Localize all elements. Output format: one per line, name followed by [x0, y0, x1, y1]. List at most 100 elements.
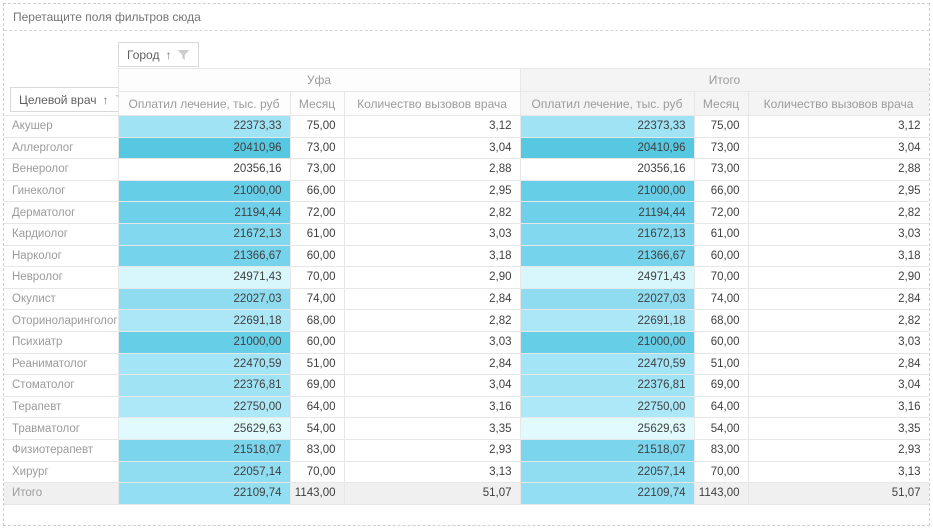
row-label: Хирург [4, 461, 118, 483]
cell-calls-total: 2,88 [748, 159, 929, 181]
row-label: Венеролог [4, 159, 118, 181]
cell-month: 51,00 [290, 353, 344, 375]
cell-paid: 21194,44 [118, 202, 290, 224]
cell-paid: 22376,81 [118, 375, 290, 397]
sort-asc-icon[interactable]: ↑ [165, 49, 171, 61]
row-label: Стоматолог [4, 375, 118, 397]
table-row: Стоматолог22376,8169,003,0422376,8169,00… [4, 375, 929, 397]
measure-header-month: Месяц [290, 92, 344, 116]
table-row: Травматолог25629,6354,003,3525629,6354,0… [4, 418, 929, 440]
cell-paid: 22750,00 [118, 396, 290, 418]
column-group-header-ufa: Уфа [118, 69, 520, 92]
cell-paid-total: 22057,14 [520, 461, 694, 483]
column-group-header-total: Итого [520, 69, 929, 92]
cell-month: 54,00 [290, 418, 344, 440]
cell-paid: 21000,00 [118, 180, 290, 202]
cell-month-total: 73,00 [694, 137, 748, 159]
cell-month: 1143,00 [290, 483, 344, 505]
cell-paid: 22470,59 [118, 353, 290, 375]
cell-paid-total: 20410,96 [520, 137, 694, 159]
cell-calls: 51,07 [344, 483, 520, 505]
cell-calls: 3,13 [344, 461, 520, 483]
cell-calls-total: 3,18 [748, 245, 929, 267]
table-row: Реаниматолог22470,5951,002,8422470,5951,… [4, 353, 929, 375]
measure-header-month-total: Месяц [694, 92, 748, 116]
cell-calls: 3,35 [344, 418, 520, 440]
cell-calls-total: 3,03 [748, 331, 929, 353]
cell-calls-total: 2,82 [748, 310, 929, 332]
sort-asc-icon[interactable]: ↑ [103, 94, 109, 106]
cell-month-total: 54,00 [694, 418, 748, 440]
cell-month: 83,00 [290, 439, 344, 461]
filter-drop-hint: Перетащите поля фильтров сюда [13, 10, 201, 24]
cell-paid: 22109,74 [118, 483, 290, 505]
cell-month-total: 61,00 [694, 223, 748, 245]
filter-icon[interactable] [115, 94, 119, 106]
row-label: Нарколог [4, 245, 118, 267]
cell-calls-total: 3,03 [748, 223, 929, 245]
cell-paid-total: 20356,16 [520, 159, 694, 181]
cell-calls-total: 3,35 [748, 418, 929, 440]
cell-calls: 3,04 [344, 137, 520, 159]
row-header-corner: Целевой врач ↑ [4, 69, 118, 116]
cell-paid: 21672,13 [118, 223, 290, 245]
cell-calls: 3,12 [344, 116, 520, 138]
measure-header-calls: Количество вызовов врача [344, 92, 520, 116]
cell-paid-total: 22373,33 [520, 116, 694, 138]
table-row: Венеролог20356,1673,002,8820356,1673,002… [4, 159, 929, 181]
cell-calls: 2,84 [344, 288, 520, 310]
cell-calls: 2,90 [344, 267, 520, 289]
cell-paid-total: 21518,07 [520, 439, 694, 461]
table-row: Аллерголог20410,9673,003,0420410,9673,00… [4, 137, 929, 159]
cell-calls-total: 2,95 [748, 180, 929, 202]
row-label: Оториноларинголог [4, 310, 118, 332]
filter-drop-zone[interactable]: Перетащите поля фильтров сюда [4, 4, 929, 31]
row-label: Окулист [4, 288, 118, 310]
column-field-button[interactable]: Город ↑ [118, 42, 199, 67]
cell-month-total: 64,00 [694, 396, 748, 418]
row-label: Гинеколог [4, 180, 118, 202]
cell-paid-total: 24971,43 [520, 267, 694, 289]
filter-icon[interactable] [177, 49, 190, 61]
cell-month-total: 66,00 [694, 180, 748, 202]
cell-month: 75,00 [290, 116, 344, 138]
cell-month-total: 74,00 [694, 288, 748, 310]
pivot-table: Целевой врач ↑ Уфа Итого Оплатил лечение… [4, 68, 930, 505]
cell-calls-total: 51,07 [748, 483, 929, 505]
cell-calls-total: 2,93 [748, 439, 929, 461]
row-label: Травматолог [4, 418, 118, 440]
row-label: Реаниматолог [4, 353, 118, 375]
cell-month: 61,00 [290, 223, 344, 245]
cell-paid-total: 25629,63 [520, 418, 694, 440]
cell-calls-total: 2,84 [748, 288, 929, 310]
table-row: Невролог24971,4370,002,9024971,4370,002,… [4, 267, 929, 289]
cell-month-total: 70,00 [694, 267, 748, 289]
cell-month: 68,00 [290, 310, 344, 332]
cell-paid: 20356,16 [118, 159, 290, 181]
row-label: Терапевт [4, 396, 118, 418]
cell-month-total: 83,00 [694, 439, 748, 461]
cell-paid-total: 22109,74 [520, 483, 694, 505]
cell-paid: 22691,18 [118, 310, 290, 332]
cell-calls-total: 3,04 [748, 137, 929, 159]
cell-calls-total: 2,90 [748, 267, 929, 289]
cell-calls: 2,88 [344, 159, 520, 181]
row-label: Физиотерапевт [4, 439, 118, 461]
row-field-button[interactable]: Целевой врач ↑ [10, 87, 118, 112]
table-row: Кардиолог21672,1361,003,0321672,1361,003… [4, 223, 929, 245]
row-label: Психиатр [4, 331, 118, 353]
pivot-grid: Перетащите поля фильтров сюда Город ↑ Це… [3, 3, 930, 526]
cell-month: 66,00 [290, 180, 344, 202]
cell-calls-total: 3,04 [748, 375, 929, 397]
table-row: Терапевт22750,0064,003,1622750,0064,003,… [4, 396, 929, 418]
table-row: Акушер22373,3375,003,1222373,3375,003,12 [4, 116, 929, 138]
cell-paid-total: 22027,03 [520, 288, 694, 310]
cell-month-total: 69,00 [694, 375, 748, 397]
cell-month-total: 70,00 [694, 461, 748, 483]
cell-month: 73,00 [290, 159, 344, 181]
row-label: Аллерголог [4, 137, 118, 159]
cell-paid-total: 21000,00 [520, 331, 694, 353]
column-fields-area[interactable]: Город ↑ [4, 31, 929, 68]
cell-month-total: 68,00 [694, 310, 748, 332]
cell-month-total: 60,00 [694, 245, 748, 267]
